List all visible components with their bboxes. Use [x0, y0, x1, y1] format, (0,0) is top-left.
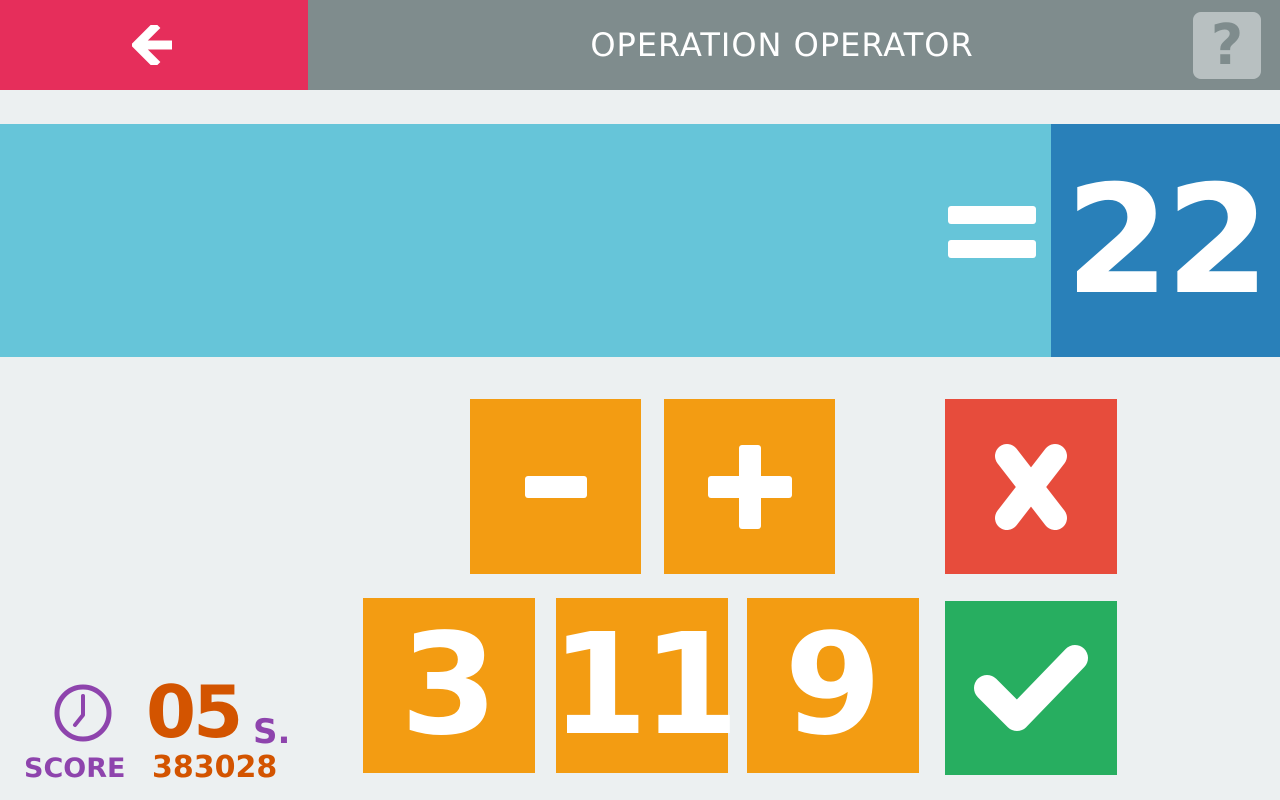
timer-unit: S.	[253, 712, 291, 752]
score-value: 383028	[152, 750, 278, 785]
clear-button[interactable]	[945, 399, 1117, 574]
operator-tile-minus[interactable]	[470, 399, 641, 574]
number-tile[interactable]: 11	[551, 598, 739, 773]
clock-icon	[54, 684, 112, 742]
timer-value: 05	[146, 670, 243, 754]
page-title: OPERATION OPERATOR	[590, 26, 974, 64]
back-button[interactable]	[0, 0, 308, 90]
arrow-left-icon	[132, 25, 172, 65]
equals-icon	[948, 206, 1036, 258]
equation-area	[0, 124, 1051, 357]
plus-icon	[707, 444, 792, 529]
operator-tile-plus[interactable]	[664, 399, 835, 574]
submit-button[interactable]	[945, 601, 1117, 775]
score-label: SCORE	[24, 753, 126, 784]
minus-icon	[524, 475, 587, 498]
target-number: 22	[1051, 124, 1280, 357]
x-icon	[995, 443, 1067, 530]
checkmark-icon	[974, 645, 1088, 731]
number-tile[interactable]: 9	[747, 598, 919, 773]
help-button[interactable]: ?	[1193, 12, 1261, 79]
number-tile[interactable]: 3	[363, 598, 535, 773]
